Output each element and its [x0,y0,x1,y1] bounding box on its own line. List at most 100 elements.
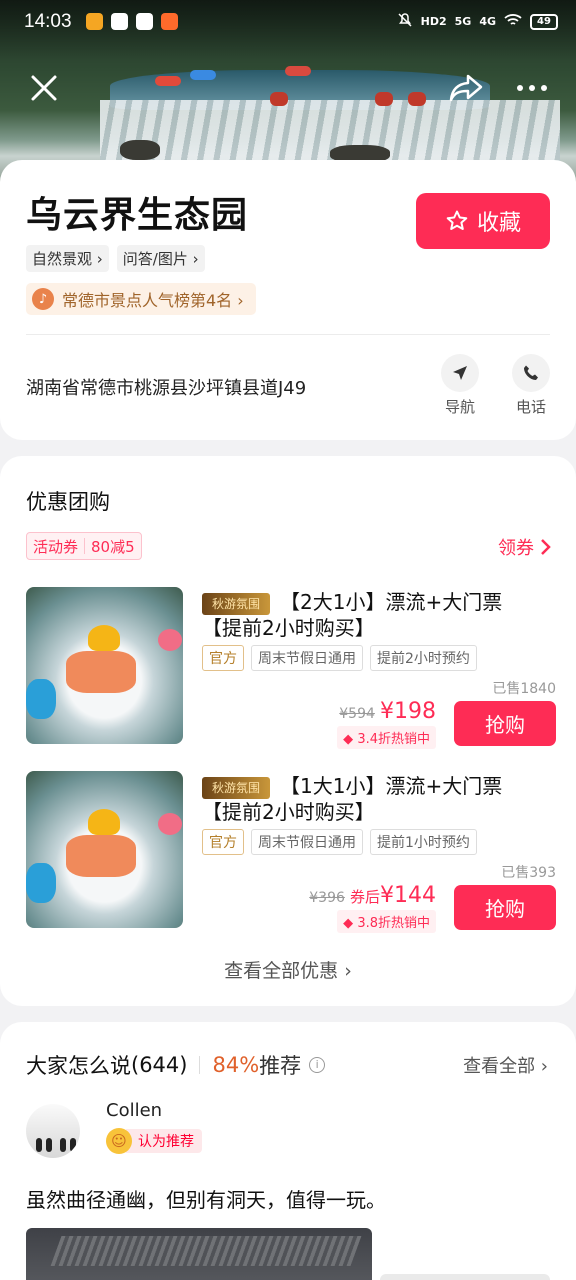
navigate-circle [441,354,479,392]
photo-roof [50,1236,362,1266]
hd-label: HD2 [420,15,447,28]
avatar-figure [70,1138,76,1152]
recommend-badge: ☺ 认为推荐 [106,1128,202,1154]
navigate-button[interactable]: 导航 [435,354,485,417]
reviews-count: (644) [131,1053,188,1077]
thumb-helmet [158,629,182,651]
original-price: ¥594 [339,706,375,722]
thumb-helmet [88,809,120,835]
phone-label: 电话 [515,398,546,416]
buy-button[interactable]: 抢购 [454,885,556,930]
review-text[interactable]: 虽然曲径通幽，但别有洞天，值得一玩。 [26,1184,386,1213]
review-photo[interactable] [380,1274,550,1280]
deal-tags: 官方 周末节假日通用 提前2小时预约 [202,645,477,671]
hero-raft [155,76,181,86]
buy-button[interactable]: 抢购 [454,701,556,746]
place-tags: 自然景观 › 问答/图片 › [26,245,205,272]
view-all-deals-link[interactable]: 查看全部优惠 › [0,956,576,983]
view-all-reviews-link[interactable]: 查看全部 › [463,1052,548,1078]
review-photo[interactable] [26,1228,372,1280]
navigate-label: 导航 [444,398,475,416]
mute-icon [397,12,413,31]
price-prefix: 券后 [349,888,380,906]
avatar-figure [46,1138,52,1152]
divider [26,334,550,335]
current-price: ¥198 [380,699,436,724]
address[interactable]: 湖南省常德市桃源县沙坪镇县道J49 [26,374,306,400]
deal-prices: ¥594 ¥198 ◆ 3.4折热销中 [337,699,436,749]
deal-thumbnail[interactable] [26,771,183,928]
smile-icon: ☺ [106,1128,132,1154]
recommend-badge-text: 认为推荐 [126,1129,202,1153]
phone-icon [524,365,538,380]
message-icon [111,13,128,30]
share-button[interactable] [444,66,488,110]
share-icon [449,74,483,102]
avatar-figure [60,1138,66,1152]
thumb-helmet [88,625,120,651]
deal-tags: 官方 周末节假日通用 提前1小时预约 [202,829,477,855]
review-username[interactable]: Collen [106,1100,162,1121]
tag-qa-photos[interactable]: 问答/图片 › [116,245,205,272]
navigation-arrow-icon [453,366,467,380]
coupon-value: 80减5 [91,537,135,556]
star-icon [446,210,468,230]
more-button[interactable] [510,66,554,110]
deal-tag-official: 官方 [202,645,244,671]
tag-scenery[interactable]: 自然景观 › [26,245,109,272]
app-icon [161,13,178,30]
hero-rock [120,140,160,160]
deal-tag: 提前1小时预约 [370,829,477,855]
chevron-right-icon [541,539,551,555]
avatar-figure [36,1138,42,1152]
hero-raft [285,66,311,76]
deal-tag-official: 官方 [202,829,244,855]
thumb-helmet [158,813,182,835]
discount-badge: ◆ 3.4折热销中 [337,726,436,749]
deal-item[interactable]: 秋游氛围 【2大1小】漂流+大门票【提前2小时购买】 官方 周末节假日通用 提前2… [26,587,556,749]
4g-label: 4G [479,15,496,28]
price-value: ¥144 [380,883,436,908]
original-price: ¥396 [309,890,345,906]
status-right: HD2 5G 4G 49 [397,12,558,31]
price-value: ¥198 [380,699,436,724]
wifi-icon [504,13,522,30]
coupon-tag[interactable]: 活动券 80减5 [26,532,142,560]
sold-count: 已售393 [501,865,556,881]
phone-circle [512,354,550,392]
douyin-icon: ♪ [32,288,54,310]
recommend-percent: 84% [212,1053,260,1077]
notification-icons [86,13,178,30]
hero-raft [375,92,393,106]
deals-title: 优惠团购 [26,490,110,514]
info-icon[interactable]: i [309,1057,326,1073]
deal-title: 秋游氛围 【2大1小】漂流+大门票【提前2小时购买】 [202,589,542,641]
deal-item[interactable]: 秋游氛围 【1大1小】漂流+大门票【提前2小时购买】 官方 周末节假日通用 提前1… [26,771,556,933]
deal-title: 秋游氛围 【1大1小】漂流+大门票【提前2小时购买】 [202,773,542,825]
discount-badge: ◆ 3.8折热销中 [337,910,436,933]
video-icon [136,13,153,30]
autumn-badge: 秋游氛围 [202,592,270,615]
sold-count: 已售1840 [492,681,556,697]
deal-thumbnail[interactable] [26,587,183,744]
get-coupon-link[interactable]: 领券 [498,534,552,560]
reviews-title: 大家怎么说 [26,1054,131,1078]
autumn-badge: 秋游氛围 [202,776,270,799]
favorite-label: 收藏 [476,211,521,236]
5g-label: 5G [454,15,472,28]
rank-badge[interactable]: ♪ 常德市景点人气榜第4名 › [26,283,256,315]
reviews-card: 大家怎么说 (644) 84% 推荐 i 查看全部 › Collen ☺ 认为推… [0,1022,576,1280]
hero-raft [408,92,426,106]
status-bar: 14:03 HD2 5G 4G 49 [0,0,576,44]
weibo-icon [86,13,103,30]
rank-text: 常德市景点人气榜第4名 › [62,291,244,310]
close-button[interactable] [22,66,66,110]
phone-button[interactable]: 电话 [506,354,556,417]
thumb-raft [26,863,56,903]
hero-raft [190,70,216,80]
deals-card: 优惠团购 活动券 80减5 领券 秋游氛围 【2大1小】漂流+大门票【提前2小时购… [0,456,576,1006]
avatar[interactable] [26,1104,80,1158]
hero-raft [270,92,288,106]
favorite-button[interactable]: 收藏 [416,193,550,249]
more-icon [517,85,547,91]
